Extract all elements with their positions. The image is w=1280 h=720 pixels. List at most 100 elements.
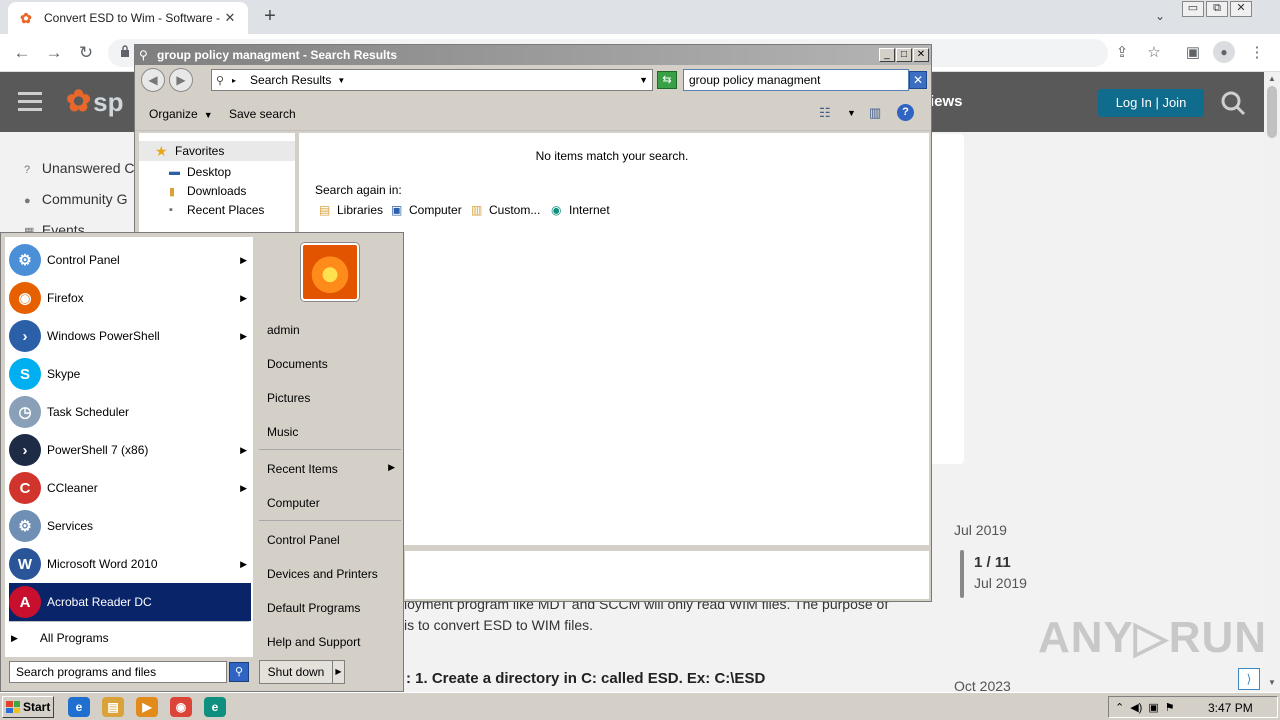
volume-icon[interactable]: ◀) [1130,701,1142,714]
site-nav-news[interactable]: iews [930,93,963,110]
explorer-minimize-button[interactable]: _ [879,48,895,62]
change-view-icon[interactable]: ☷ [819,105,831,121]
timeline-handle[interactable] [960,550,964,598]
scroll-down-icon[interactable]: ▼ [1267,678,1277,687]
explorer-back-button[interactable]: ◀ [141,68,165,92]
nav-item-recent-places[interactable]: ▪ Recent Places [169,201,264,219]
start-program-microsoft-word[interactable]: W Microsoft Word 2010 ▶ [9,545,251,583]
organize-label: Organize [149,107,198,121]
start-link-pictures[interactable]: Pictures [267,391,397,405]
start-program-control-panel[interactable]: ⚙ Control Panel ▶ [9,241,251,279]
forward-button[interactable]: → [42,41,66,65]
network-icon[interactable]: ▣ [1148,701,1158,714]
breadcrumb-dropdown-icon[interactable]: ▼ [337,76,345,85]
bookmark-star-icon[interactable]: ☆ [1142,41,1166,65]
start-search-icon[interactable]: ⚲ [229,662,249,682]
tab-close-icon[interactable]: ✕ [222,10,238,26]
start-program-windows-powershell[interactable]: › Windows PowerShell ▶ [9,317,251,355]
breadcrumb-search-results[interactable]: Search Results [250,73,331,87]
site-search-icon[interactable] [1220,90,1246,116]
start-link-documents[interactable]: Documents [267,357,397,371]
user-avatar[interactable] [301,243,359,301]
start-program-services[interactable]: ⚙ Services [9,507,251,545]
start-link-recent-items[interactable]: Recent Items ▶ [267,462,397,476]
login-join-button[interactable]: Log In | Join [1098,89,1204,117]
timeline-end-date[interactable]: Oct 2023 [954,678,1011,692]
close-window-button[interactable]: ✕ [1230,1,1252,17]
search-again-libraries[interactable]: ▤ Libraries [319,203,383,217]
scroll-to-top-button[interactable]: ⟩ [1238,668,1260,690]
start-link-admin[interactable]: admin [267,323,397,337]
nav-item-downloads[interactable]: ▮ Downloads [169,182,246,200]
search-again-internet[interactable]: ◉ Internet [551,203,610,217]
start-program-acrobat-reader[interactable]: A Acrobat Reader DC [9,583,251,621]
start-search-input[interactable]: Search programs and files [9,661,227,683]
new-tab-button[interactable]: + [258,4,282,28]
restore-button[interactable]: ⧉ [1206,1,1228,17]
view-options-dropdown-icon[interactable]: ▼ [847,108,856,118]
taskbar-edge-icon[interactable]: e [204,697,226,717]
all-programs-button[interactable]: ▶ All Programs [11,631,109,645]
start-link-music[interactable]: Music [267,425,397,439]
side-panel-icon[interactable]: ▣ [1181,41,1205,65]
sidebar-item-unanswered[interactable]: ? Unanswered C [24,160,135,176]
show-hidden-icons-icon[interactable]: ⌃ [1115,701,1124,714]
browser-tab[interactable]: ✿ Convert ESD to Wim - Software - Sp ✕ [8,2,248,34]
start-program-powershell-7[interactable]: › PowerShell 7 (x86) ▶ [9,431,251,469]
profile-button[interactable]: ● [1213,41,1237,65]
organize-button[interactable]: Organize ▼ [149,107,213,121]
timeline-start-date[interactable]: Jul 2019 [954,522,1007,538]
share-icon[interactable]: ⇪ [1110,41,1134,65]
refresh-icon[interactable]: ⇆ [657,71,677,89]
browser-menu-icon[interactable]: ⋮ [1245,41,1269,65]
start-program-ccleaner[interactable]: C CCleaner ▶ [9,469,251,507]
start-link-default-programs[interactable]: Default Programs [267,601,397,615]
clear-search-icon[interactable]: ✕ [909,71,927,89]
address-history-dropdown-icon[interactable]: ▼ [639,75,648,85]
start-label: Start [23,700,51,714]
preview-pane-icon[interactable]: ▥ [869,105,881,121]
sidebar-item-community[interactable]: ● Community G [24,191,127,207]
site-logo[interactable]: ✿sp [66,84,123,119]
minimize-button[interactable]: ▭ [1182,1,1204,17]
action-center-flag-icon[interactable]: ⚑ [1165,701,1175,714]
start-link-computer[interactable]: Computer [267,496,397,510]
taskbar-file-explorer-icon[interactable]: ▤ [102,697,124,717]
explorer-forward-button[interactable]: ▶ [169,68,193,92]
hamburger-menu-icon[interactable] [18,92,42,112]
start-link-help-support[interactable]: Help and Support [267,635,397,649]
breadcrumb-chevron-icon[interactable]: ▸ [232,76,236,85]
explorer-search-input[interactable]: group policy managment [683,69,909,91]
start-button[interactable]: Start [2,696,54,718]
explorer-close-button[interactable]: ✕ [913,48,929,62]
scrollbar-thumb[interactable] [1267,86,1277,138]
tab-search-icon[interactable]: ⌄ [1150,6,1170,26]
scroll-up-icon[interactable]: ▲ [1267,74,1277,83]
anyrun-watermark: ANY▷RUN [1038,613,1264,662]
search-again-computer[interactable]: ▣ Computer [391,203,462,217]
nav-item-desktop[interactable]: ▬ Desktop [169,163,231,181]
page-scrollbar[interactable]: ▲ ▼ [1264,72,1280,692]
explorer-maximize-button[interactable]: □ [896,48,912,62]
back-button[interactable]: ← [10,41,34,65]
explorer-titlebar[interactable]: ⚲ group policy managment - Search Result… [135,45,931,65]
nav-favorites[interactable]: ★ Favorites [139,141,295,161]
start-link-devices-printers[interactable]: Devices and Printers [267,567,397,581]
start-link-control-panel[interactable]: Control Panel [267,533,397,547]
shut-down-button[interactable]: Shut down [259,660,333,684]
start-program-skype[interactable]: S Skype [9,355,251,393]
reload-button[interactable]: ↻ [74,41,98,65]
start-program-firefox[interactable]: ◉ Firefox ▶ [9,279,251,317]
save-search-button[interactable]: Save search [229,107,296,121]
profile-avatar-icon: ● [1213,41,1235,63]
taskbar-clock[interactable]: 3:47 PM [1208,701,1253,715]
help-icon[interactable]: ? [897,104,914,121]
taskbar-chrome-icon[interactable]: ◉ [170,697,192,717]
taskbar-internet-explorer-icon[interactable]: e [68,697,90,717]
search-again-custom[interactable]: ▥ Custom... [471,203,540,217]
explorer-address-bar[interactable]: ⚲ ▸ Search Results ▼ ▼ [211,69,653,91]
start-program-task-scheduler[interactable]: ◷ Task Scheduler [9,393,251,431]
shut-down-options-icon[interactable]: ▶ [333,660,345,684]
taskbar-media-player-icon[interactable]: ▶ [136,697,158,717]
taskbar: Start e ▤ ▶ ◉ e ⌃ ◀) ▣ ⚑ 3:47 PM [0,692,1280,720]
